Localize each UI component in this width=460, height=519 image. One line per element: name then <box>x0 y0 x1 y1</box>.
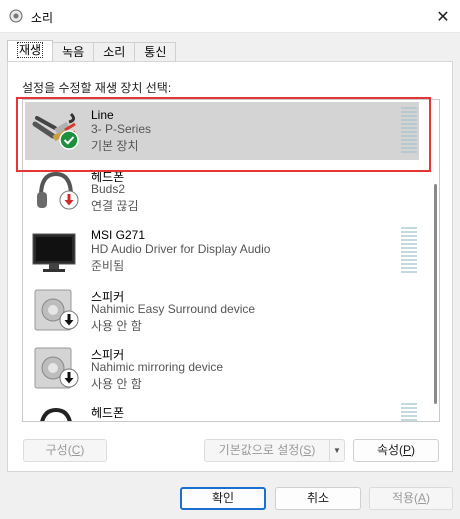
close-icon: ✕ <box>436 8 450 26</box>
disabled-icon <box>59 368 79 388</box>
device-status: 사용 안 함 <box>91 319 142 333</box>
set-default-button[interactable]: 기본값으로 설정(S) <box>204 439 330 462</box>
device-name: Line <box>91 108 114 122</box>
headphones-icon <box>40 407 72 421</box>
set-default-dropdown[interactable]: ▼ <box>329 439 345 462</box>
device-description: Buds2 <box>91 182 126 196</box>
chevron-down-icon: ▼ <box>333 446 341 455</box>
device-description: Nahimic Easy Surround device <box>91 302 256 316</box>
tab-playback[interactable]: 재생 <box>7 40 54 62</box>
tab-strip: 재생 녹음 소리 통신 <box>7 40 177 62</box>
device-status: 사용 안 함 <box>91 377 142 391</box>
volume-meter <box>401 107 417 153</box>
device-status: 기본 장치 <box>91 139 139 153</box>
cancel-button[interactable]: 취소 <box>275 487 361 510</box>
device-item-headphones-buds2[interactable]: 헤드폰 Buds2 연결 끊김 <box>25 162 419 220</box>
device-item-headphones[interactable]: 헤드폰 <box>25 398 419 421</box>
title-bar: 소리 ✕ <box>0 0 460 33</box>
properties-button[interactable]: 속성(P) <box>353 439 439 462</box>
tab-communications[interactable]: 통신 <box>134 42 177 62</box>
speaker-app-icon <box>9 9 23 23</box>
ok-button[interactable]: 확인 <box>180 487 266 510</box>
device-item-msi-g271[interactable]: MSI G271 HD Audio Driver for Display Aud… <box>25 222 419 280</box>
disabled-icon <box>59 310 79 330</box>
window-title: 소리 <box>31 11 54 25</box>
device-description: HD Audio Driver for Display Audio <box>91 242 271 256</box>
device-item-line[interactable]: Line 3- P-Series 기본 장치 <box>25 102 419 160</box>
device-name: MSI G271 <box>91 228 146 242</box>
default-check-icon <box>59 130 79 150</box>
configure-button[interactable]: 구성(C) <box>23 439 107 462</box>
device-item-speaker-mirroring[interactable]: 스피커 Nahimic mirroring device 사용 안 함 <box>25 340 419 398</box>
device-name: 헤드폰 <box>91 406 125 420</box>
apply-button[interactable]: 적용(A) <box>369 487 453 510</box>
tab-sounds[interactable]: 소리 <box>93 42 136 62</box>
playback-panel: 설정을 수정할 재생 장치 선택: Line 3- P-Series 기본 장치 <box>7 61 453 472</box>
device-description: Nahimic mirroring device <box>91 360 224 374</box>
volume-meter <box>401 227 417 273</box>
device-status: 준비됨 <box>91 259 125 273</box>
monitor-icon <box>32 233 76 272</box>
dialog-footer: 확인 취소 적용(A) <box>0 472 460 519</box>
close-button[interactable]: ✕ <box>426 0 460 33</box>
device-description: 3- P-Series <box>91 122 152 136</box>
tab-recording[interactable]: 녹음 <box>52 42 95 62</box>
disconnected-icon <box>59 190 79 210</box>
panel-instruction: 설정을 수정할 재생 장치 선택: <box>22 81 172 95</box>
volume-meter <box>401 403 417 421</box>
device-item-speaker-easy-surround[interactable]: 스피커 Nahimic Easy Surround device 사용 안 함 <box>25 282 419 340</box>
device-status: 연결 끊김 <box>91 199 139 213</box>
list-scrollbar[interactable] <box>434 184 437 404</box>
device-list[interactable]: Line 3- P-Series 기본 장치 헤드폰 Buds2 연결 끊김 M… <box>22 99 440 422</box>
